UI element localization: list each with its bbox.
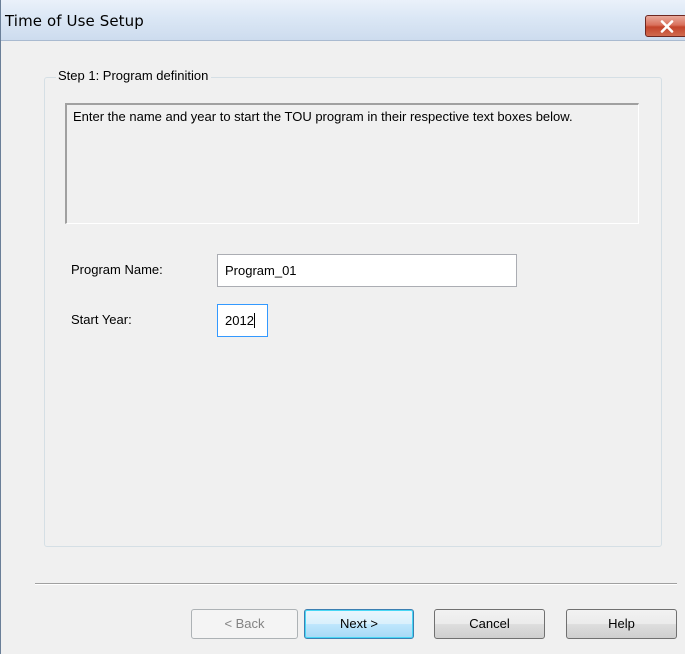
help-button[interactable]: Help [566, 609, 677, 639]
start-year-value: 2012 [225, 313, 254, 328]
instruction-text: Enter the name and year to start the TOU… [65, 103, 639, 224]
program-name-input[interactable]: Program_01 [217, 254, 517, 287]
window-title: Time of Use Setup [5, 12, 144, 30]
program-name-value: Program_01 [225, 263, 297, 278]
back-button[interactable]: < Back [191, 609, 298, 639]
dialog-window: Time of Use Setup Step 1: Program defini… [0, 0, 685, 654]
close-button[interactable] [645, 15, 685, 37]
button-separator [35, 583, 677, 585]
program-name-label: Program Name: [71, 262, 163, 277]
next-button[interactable]: Next > [304, 609, 414, 639]
start-year-label: Start Year: [71, 312, 132, 327]
title-bar[interactable]: Time of Use Setup [1, 0, 685, 41]
group-legend: Step 1: Program definition [56, 68, 212, 83]
start-year-input[interactable]: 2012 [217, 304, 268, 337]
close-icon [660, 20, 674, 33]
text-caret [253, 313, 255, 328]
cancel-button[interactable]: Cancel [434, 609, 545, 639]
